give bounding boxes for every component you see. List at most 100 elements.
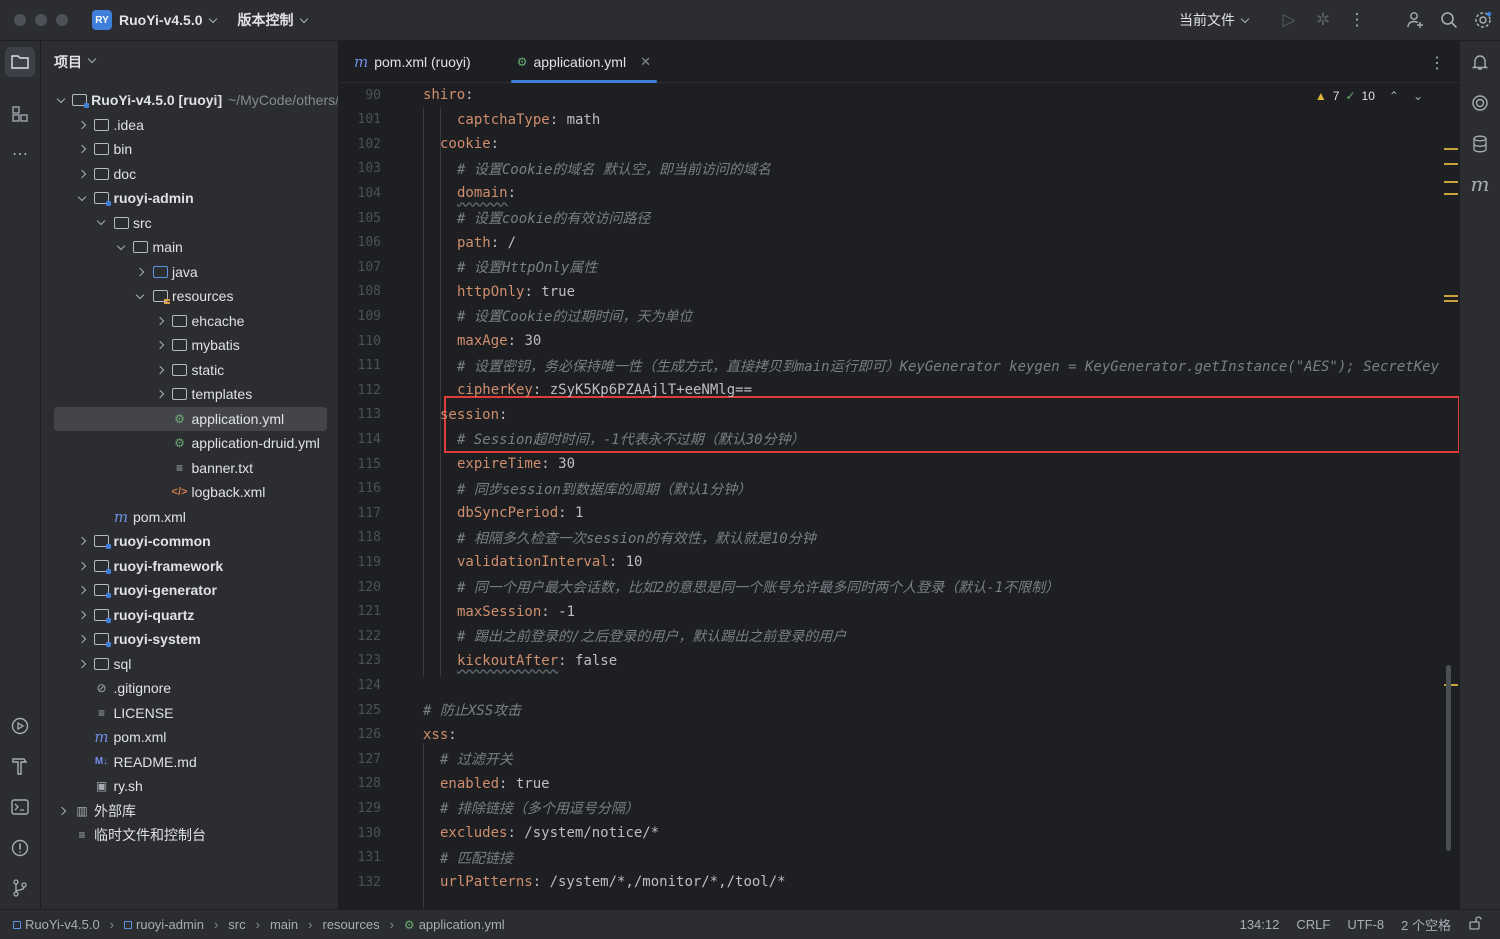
- code-line[interactable]: 102 cookie:: [340, 132, 1450, 156]
- line-number[interactable]: 114: [340, 432, 381, 447]
- git-branch-icon[interactable]: [5, 873, 35, 903]
- warning-mark[interactable]: [1444, 148, 1458, 150]
- code-line[interactable]: 132 urlPatterns: /system/*,/monitor/*,/to…: [340, 870, 1450, 894]
- warning-mark[interactable]: [1444, 295, 1458, 297]
- caret-position[interactable]: 134:12: [1240, 917, 1280, 932]
- line-number[interactable]: 118: [340, 530, 381, 545]
- breadcrumb-item[interactable]: application.yml: [419, 917, 505, 932]
- window-controls[interactable]: [14, 14, 68, 26]
- code-line[interactable]: 127 # 过滤开关: [340, 747, 1450, 771]
- settings-gear-icon[interactable]: [1466, 0, 1500, 40]
- chevron-down-icon[interactable]: [76, 192, 88, 204]
- chevron-right-icon[interactable]: [154, 388, 166, 400]
- line-number[interactable]: 117: [340, 506, 381, 521]
- tree-item[interactable]: templates: [41, 382, 338, 406]
- breadcrumb-item[interactable]: ruoyi-admin: [136, 917, 204, 932]
- line-number[interactable]: 102: [340, 137, 381, 152]
- tab-options-icon[interactable]: ⋮: [1429, 53, 1445, 73]
- line-number[interactable]: 120: [340, 580, 381, 595]
- tree-item[interactable]: ≡ banner.txt: [41, 456, 338, 480]
- tree-item[interactable]: ▣ ry.sh: [41, 774, 338, 798]
- line-number[interactable]: 104: [340, 186, 381, 201]
- code-line[interactable]: 117 dbSyncPeriod: 1: [340, 501, 1450, 525]
- code-line[interactable]: 113 session:: [340, 403, 1450, 427]
- line-number[interactable]: 90: [340, 88, 381, 103]
- tree-item[interactable]: ruoyi-system: [41, 627, 338, 651]
- breadcrumb-item[interactable]: resources: [323, 917, 380, 932]
- project-switcher[interactable]: RuoYi-v4.5.0: [119, 12, 217, 28]
- code-line[interactable]: 114 # Session超时时间，-1代表永不过期（默认30分钟）: [340, 427, 1450, 451]
- code-line[interactable]: 108 httpOnly: true: [340, 280, 1450, 304]
- code-line[interactable]: 130 excludes: /system/notice/*: [340, 821, 1450, 845]
- tree-item[interactable]: ruoyi-framework: [41, 554, 338, 578]
- line-number[interactable]: 126: [340, 727, 381, 742]
- tree-item[interactable]: RuoYi-v4.5.0 [ruoyi] ~/MyCode/others/: [41, 88, 338, 112]
- line-separator[interactable]: CRLF: [1296, 917, 1330, 932]
- tree-item[interactable]: doc: [41, 162, 338, 186]
- chevron-right-icon[interactable]: [134, 266, 146, 278]
- code-line[interactable]: 107 # 设置HttpOnly属性: [340, 255, 1450, 279]
- line-number[interactable]: 110: [340, 334, 381, 349]
- code-line[interactable]: 116 # 同步session到数据库的周期（默认1分钟）: [340, 477, 1450, 501]
- breadcrumb-item[interactable]: main: [270, 917, 298, 932]
- warning-mark[interactable]: [1444, 181, 1458, 183]
- vertical-scrollbar[interactable]: [1446, 665, 1451, 851]
- tree-item[interactable]: .idea: [41, 113, 338, 137]
- tree-item[interactable]: m pom.xml: [41, 505, 338, 529]
- chevron-right-icon[interactable]: [154, 339, 166, 351]
- terminal-icon[interactable]: [5, 792, 35, 822]
- code-line[interactable]: 120 # 同一个用户最大会话数，比如2的意思是同一个账号允许最多同时两个人登录（…: [340, 575, 1450, 599]
- notifications-bell-icon[interactable]: [1465, 47, 1495, 77]
- tree-item[interactable]: bin: [41, 137, 338, 161]
- chevron-right-icon[interactable]: [76, 658, 88, 670]
- next-highlight-icon[interactable]: ⌄: [1413, 89, 1423, 103]
- chevron-down-icon[interactable]: [115, 241, 127, 253]
- chevron-right-icon[interactable]: [56, 805, 68, 817]
- maven-icon[interactable]: m: [1465, 169, 1495, 199]
- line-number[interactable]: 116: [340, 481, 381, 496]
- code-line[interactable]: 110 maxAge: 30: [340, 329, 1450, 353]
- warning-mark[interactable]: [1444, 300, 1458, 302]
- line-number[interactable]: 123: [340, 653, 381, 668]
- structure-icon[interactable]: [5, 99, 35, 129]
- code-line[interactable]: 123 kickoutAfter: false: [340, 649, 1450, 673]
- code-line[interactable]: 112 cipherKey: zSyK5Kp6PZAAjlT+eeNMlg==: [340, 378, 1450, 402]
- chevron-down-icon[interactable]: [95, 217, 107, 229]
- code-line[interactable]: 131 # 匹配链接: [340, 846, 1450, 870]
- run-icon[interactable]: ▷: [1272, 0, 1306, 40]
- more-actions-icon[interactable]: ⋮: [1340, 0, 1374, 40]
- line-number[interactable]: 109: [340, 309, 381, 324]
- line-number[interactable]: 113: [340, 407, 381, 422]
- chevron-right-icon[interactable]: [154, 364, 166, 376]
- chevron-right-icon[interactable]: [154, 315, 166, 327]
- minimize-window-button[interactable]: [35, 14, 47, 26]
- code-line[interactable]: 103 # 设置Cookie的域名 默认空，即当前访问的域名: [340, 157, 1450, 181]
- code-line[interactable]: 128 enabled: true: [340, 772, 1450, 796]
- line-number[interactable]: 124: [340, 678, 381, 693]
- chevron-right-icon[interactable]: [76, 143, 88, 155]
- tree-item[interactable]: ruoyi-admin: [41, 186, 338, 210]
- close-tab-icon[interactable]: ✕: [640, 54, 651, 70]
- tree-item[interactable]: ⚙ application.yml: [54, 406, 327, 431]
- line-number[interactable]: 129: [340, 801, 381, 816]
- tree-item[interactable]: main: [41, 235, 338, 259]
- line-number[interactable]: 132: [340, 875, 381, 890]
- line-number[interactable]: 108: [340, 284, 381, 299]
- tab-pom-xml[interactable]: m pom.xml (ruoyi): [340, 41, 485, 83]
- tree-item[interactable]: </> logback.xml: [41, 480, 338, 504]
- tab-application-yml[interactable]: ⚙ application.yml ✕: [503, 41, 665, 83]
- close-window-button[interactable]: [14, 14, 26, 26]
- line-number[interactable]: 128: [340, 776, 381, 791]
- line-number[interactable]: 115: [340, 457, 381, 472]
- line-number[interactable]: 103: [340, 161, 381, 176]
- vcs-menu[interactable]: 版本控制: [238, 10, 308, 30]
- project-badge[interactable]: RY: [92, 10, 112, 30]
- add-user-icon[interactable]: [1398, 0, 1432, 40]
- tree-item[interactable]: resources: [41, 284, 338, 308]
- chevron-right-icon[interactable]: [76, 535, 88, 547]
- code-line[interactable]: 105 # 设置cookie的有效访问路径: [340, 206, 1450, 230]
- tree-item[interactable]: static: [41, 358, 338, 382]
- ai-assistant-icon[interactable]: [1465, 88, 1495, 118]
- more-tools-icon[interactable]: ⋯: [5, 139, 35, 169]
- project-tool-folder-icon[interactable]: [5, 47, 35, 77]
